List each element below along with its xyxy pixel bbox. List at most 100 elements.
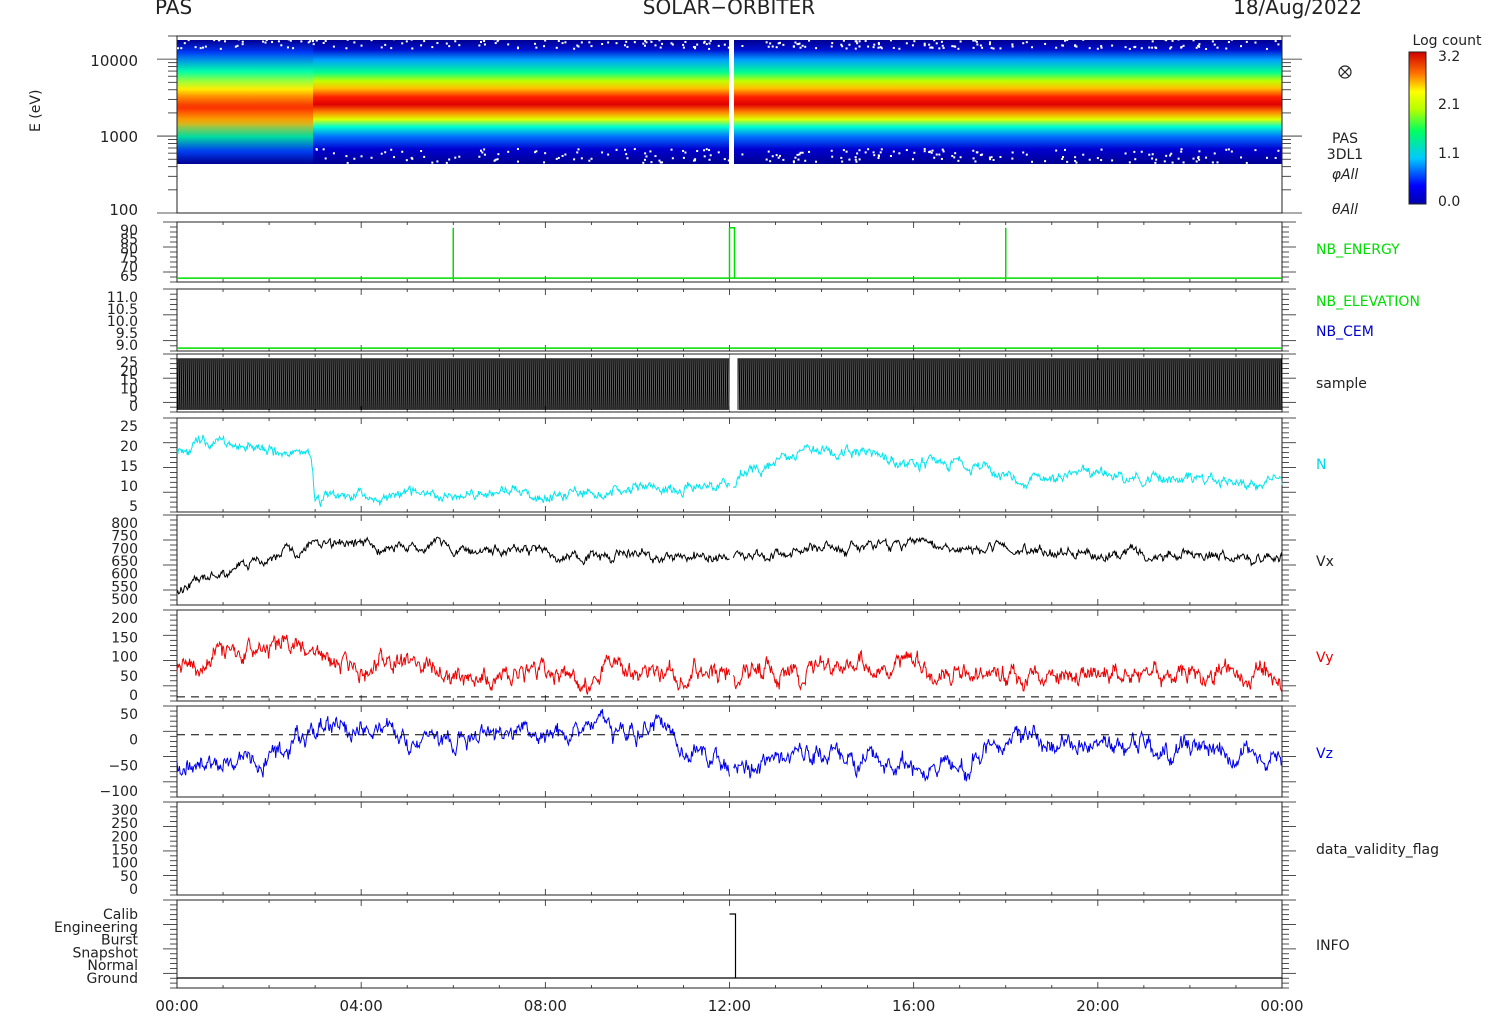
ytick-label-n: 20 <box>120 439 138 455</box>
spectrogram-speckle <box>517 46 520 49</box>
spectrogram-speckle <box>1230 38 1233 41</box>
spectrogram-speckle <box>877 154 880 157</box>
spectrogram-speckle <box>353 157 356 160</box>
spectrogram-speckle <box>1245 161 1248 164</box>
spectrogram-speckle <box>769 160 772 163</box>
spectrogram-speckle <box>845 150 848 153</box>
spectrogram-speckle <box>979 154 982 157</box>
spectrogram-speckle <box>1151 157 1154 160</box>
spectrogram-speckle <box>1274 156 1277 159</box>
spectrogram-speckle <box>543 161 546 164</box>
spectrogram-speckle <box>854 47 857 50</box>
spectrogram-speckle <box>1170 152 1173 155</box>
spectrogram-speckle <box>557 40 560 43</box>
spectrogram-speckle <box>923 42 926 45</box>
spectrogram-speckle <box>177 47 180 50</box>
spectrogram-speckle <box>782 158 785 161</box>
spectrogram-speckle <box>436 160 439 163</box>
label-info: INFO <box>1316 938 1350 954</box>
spectrogram-speckle <box>1011 45 1014 48</box>
spectrogram-speckle <box>1177 38 1180 41</box>
spectrogram-speckle <box>905 149 908 152</box>
spectrogram-speckle <box>493 38 496 41</box>
spectrogram-speckle <box>555 157 558 160</box>
spectrogram-speckle <box>483 43 486 46</box>
spectrogram-speckle <box>880 148 883 151</box>
spectrogram-speckle <box>999 47 1002 50</box>
label-nb-energy: NB_ENERGY <box>1316 242 1400 258</box>
spectrogram-speckle <box>951 45 954 48</box>
spectrogram-speckle <box>479 149 482 152</box>
spectrogram-speckle <box>858 45 861 48</box>
spectrogram-speckle <box>315 148 318 151</box>
spectrogram-speckle <box>345 155 348 158</box>
ytick-label-sample: 0 <box>129 399 138 415</box>
spectrogram-speckle <box>1063 148 1066 151</box>
spectrogram-speckle <box>815 160 818 163</box>
spectrogram-speckle <box>928 43 931 46</box>
spectrogram-speckle <box>292 47 295 50</box>
spectrogram-speckle <box>643 44 646 47</box>
spectrogram-speckle <box>1148 46 1151 49</box>
xtick-label: 20:00 <box>1076 997 1119 1015</box>
ytick-label-vy: 50 <box>120 669 138 685</box>
spectrogram-speckle <box>1182 161 1185 164</box>
ytick-label-vz: 0 <box>129 733 138 749</box>
ytick-label-vy: 100 <box>111 650 138 666</box>
spectrogram-speckle <box>1213 43 1216 46</box>
xtick-label: 08:00 <box>524 997 567 1015</box>
spectrogram-speckle <box>1128 47 1131 50</box>
spectrogram-speckle <box>794 41 797 44</box>
solar-orbiter-pas-summary-plot: PAS SOLAR−ORBITER 18/Aug/2022 E (eV) 100… <box>28 0 1482 1015</box>
label-data-validity-flag: data_validity_flag <box>1316 842 1439 858</box>
spectrogram-speckle <box>864 39 867 42</box>
ytick-label-n: 25 <box>120 419 138 435</box>
spectrogram-speckle <box>999 155 1002 158</box>
spectrogram-speckle <box>1128 161 1131 164</box>
spectrogram-speckle <box>990 46 993 49</box>
spectrogram-speckle <box>1180 148 1183 151</box>
spectrogram-speckle <box>911 158 914 161</box>
spectrogram-speckle <box>454 156 457 159</box>
spectrogram-speckle <box>840 156 843 159</box>
spectrogram-speckle <box>979 44 982 47</box>
plot-content: 90858075706511.010.510.09.59.02520151050… <box>54 35 1304 1015</box>
spectrogram-speckle <box>187 39 190 42</box>
spectrogram-speckle <box>332 45 335 48</box>
spectrogram-speckle <box>858 158 861 161</box>
spectrogram-speckle <box>692 45 695 48</box>
spectrogram-speckle <box>1163 38 1166 41</box>
spectrogram-speckle <box>867 148 870 151</box>
spectrogram-speckle <box>696 43 699 46</box>
spectrogram-speckle <box>935 153 938 156</box>
spectrogram-speckle <box>448 45 451 48</box>
spectrogram-speckle <box>864 151 867 154</box>
spectrogram-speckle <box>771 155 774 158</box>
spectrogram-speckle <box>1198 43 1201 46</box>
spectrogram-speckle <box>420 44 423 47</box>
label-n: N <box>1316 457 1326 473</box>
spectrogram-speckle <box>858 40 861 43</box>
spectrogram-speckle <box>1088 47 1091 50</box>
spectrogram-speckle <box>798 42 801 45</box>
header-mission: SOLAR−ORBITER <box>643 0 815 19</box>
spectrogram-speckle <box>913 40 916 43</box>
spectrogram-speckle <box>543 45 546 48</box>
spectrogram-speckle <box>1274 40 1277 43</box>
spectrogram-speckle <box>204 45 207 48</box>
spectrogram-speckle <box>923 150 926 153</box>
spectrogram-speckle <box>577 148 580 151</box>
spectrogram-speckle <box>771 45 774 48</box>
spectrogram-speckle <box>898 47 901 50</box>
spectrogram-speckle <box>1182 44 1185 47</box>
spectrogram-speckle <box>1082 153 1085 156</box>
ytick-label-nb_energy: 65 <box>120 269 138 285</box>
spectrogram-speckle <box>703 40 706 43</box>
spectrogram-speckle <box>384 43 387 46</box>
spectrogram-speckle <box>981 46 984 49</box>
spectrogram-speckle <box>727 46 730 49</box>
spectrogram-speckle <box>1155 158 1158 161</box>
spectrogram-speckle <box>848 43 851 46</box>
spectrogram-speckle <box>1230 150 1233 153</box>
colorbar-tick-3: 1.1 <box>1438 146 1460 162</box>
